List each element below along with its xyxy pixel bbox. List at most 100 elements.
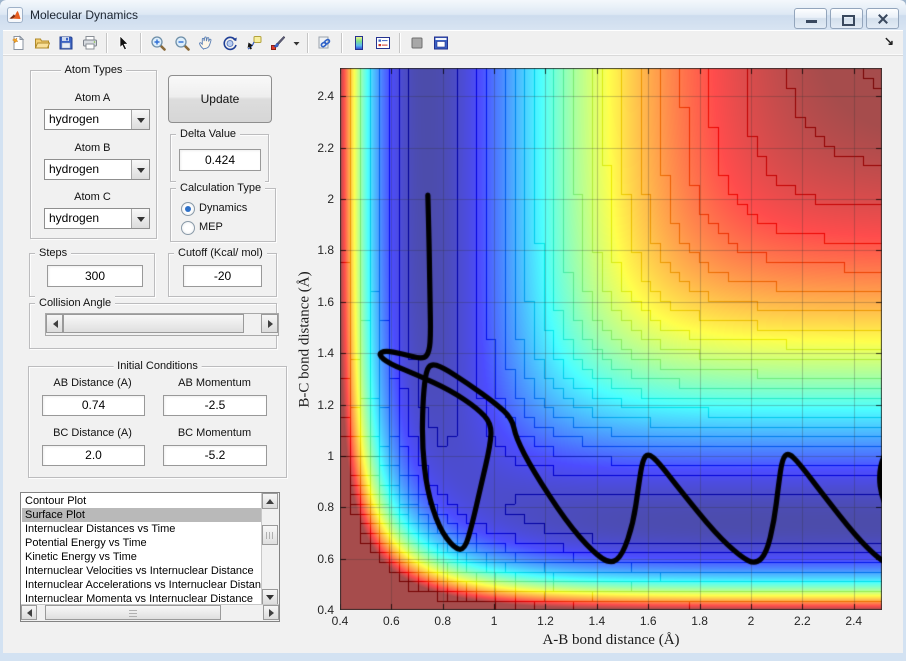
x-tick-label: 1.2 [537,614,554,628]
dropdown-button[interactable] [131,160,149,179]
list-item[interactable]: Internuclear Velocities vs Internuclear … [22,564,262,578]
list-item[interactable]: Contour Plot [22,494,262,508]
down-arrow-icon [266,595,274,604]
insert-colorbar-button[interactable] [347,31,371,55]
slider-left-arrow[interactable] [46,314,63,333]
right-arrow-icon [267,319,277,328]
hide-plot-tools-icon [411,37,423,48]
toolbar-separator [307,32,309,53]
init-label: BC Distance (A) [53,427,132,439]
rotate-3d-icon [223,36,237,50]
new-file-button[interactable] [6,31,30,55]
pan-button[interactable] [194,31,218,55]
brush-button[interactable] [266,31,290,55]
close-button[interactable] [866,8,899,29]
data-cursor-button[interactable] [242,31,266,55]
init-label: AB Distance (A) [53,377,132,389]
initial-conditions-title: Initial Conditions [113,359,202,373]
radio-dynamics[interactable]: Dynamics [181,202,271,216]
init-field-bc-distance-a[interactable]: 2.0 [42,445,145,466]
steps-title: Steps [35,246,72,260]
delta-value-field[interactable]: 0.424 [179,149,261,171]
zoom-out-button[interactable] [170,31,194,55]
list-item[interactable]: Internuclear Accelerations vs Internucle… [22,578,262,592]
x-tick-label: 0.6 [383,614,400,628]
link-plots-icon [318,36,331,48]
title-bar[interactable]: Molecular Dynamics [0,0,906,31]
plot-canvas[interactable] [340,68,882,610]
init-field-ab-distance-a[interactable]: 0.74 [42,395,145,416]
zoom-in-button[interactable] [146,31,170,55]
steps-field[interactable]: 300 [47,265,143,287]
y-tick-label: 0.8 [317,500,334,515]
dock-figure-button[interactable] [429,31,453,55]
x-tick-label: 2.2 [794,614,811,628]
dock-figure-icon [434,36,448,49]
chevron-down-icon [136,167,145,177]
left-arrow-icon [23,608,32,617]
zoom-out-icon [175,35,190,51]
insert-legend-button[interactable] [371,31,395,55]
link-plots-button[interactable] [313,31,337,55]
scroll-down-button[interactable] [262,589,278,605]
scroll-right-button[interactable] [263,605,279,620]
dropdown-button[interactable] [131,209,149,228]
minimize-button[interactable] [794,8,827,29]
maximize-icon [841,14,855,26]
print-button[interactable] [78,31,102,55]
list-vscrollbar[interactable] [261,493,279,605]
maximize-button[interactable] [830,8,863,29]
dock-arrow-icon[interactable]: ↘ [884,34,894,48]
zoom-in-icon [151,35,166,51]
atom-a-dropdown[interactable]: hydrogen [44,109,150,130]
toolbar-separator [106,32,108,53]
x-tick-label: 1 [490,614,498,628]
atom-types-title: Atom Types [60,63,127,77]
thumb-grip [266,532,274,539]
slider-thumb[interactable] [63,314,244,333]
x-tick-label: 2 [747,614,755,628]
list-hscrollbar[interactable] [21,604,279,621]
window-title: Molecular Dynamics [30,8,139,22]
init-label: AB Momentum [178,377,251,389]
vscroll-thumb[interactable] [262,525,278,545]
up-arrow-icon [266,495,274,504]
collision-angle-slider[interactable] [45,313,279,336]
save-button[interactable] [54,31,78,55]
figure-toolbar [1,30,905,56]
update-button[interactable]: Update [168,75,272,123]
plot-type-listbox: Contour Plot Surface Plot Internuclear Dis… [20,492,280,622]
atom-c-dropdown[interactable]: hydrogen [44,208,150,229]
open-file-button[interactable] [30,31,54,55]
pan-icon [199,36,212,50]
chevron-down-icon [136,117,145,127]
init-field-ab-momentum[interactable]: -2.5 [163,395,267,416]
dropdown-value: hydrogen [49,112,100,126]
list-item[interactable]: Kinetic Energy vs Time [22,550,262,564]
brush-dropdown-button[interactable] [290,31,303,55]
matlab-logo-icon [7,7,23,23]
atom-b-dropdown[interactable]: hydrogen [44,159,150,180]
radio-mep[interactable]: MEP [181,221,271,235]
list-item[interactable]: Surface Plot [22,508,262,522]
arrow-cursor-button[interactable] [112,31,136,55]
right-arrow-icon [269,608,278,617]
hscroll-thumb[interactable] [45,605,221,620]
scroll-left-button[interactable] [21,605,37,620]
slider-right-arrow[interactable] [261,314,278,333]
window-border [0,30,3,661]
init-field-bc-momentum[interactable]: -5.2 [163,445,267,466]
atom-a-label: Atom A [74,92,111,104]
list-item[interactable]: Potential Energy vs Time [22,536,262,550]
hide-plot-tools-button[interactable] [405,31,429,55]
list-item[interactable]: Internuclear Distances vs Time [22,522,262,536]
toolbar-separator [341,32,343,53]
radio-label: Dynamics [199,202,248,214]
dropdown-button[interactable] [131,110,149,129]
rotate-3d-button[interactable] [218,31,242,55]
y-tick-label: 0.6 [317,551,334,566]
cutoff-field[interactable]: -20 [183,265,262,287]
list-item[interactable]: Internuclear Momenta vs Internuclear Dis… [22,592,262,604]
scroll-up-button[interactable] [262,493,278,509]
x-tick-label: 0.8 [434,614,452,628]
